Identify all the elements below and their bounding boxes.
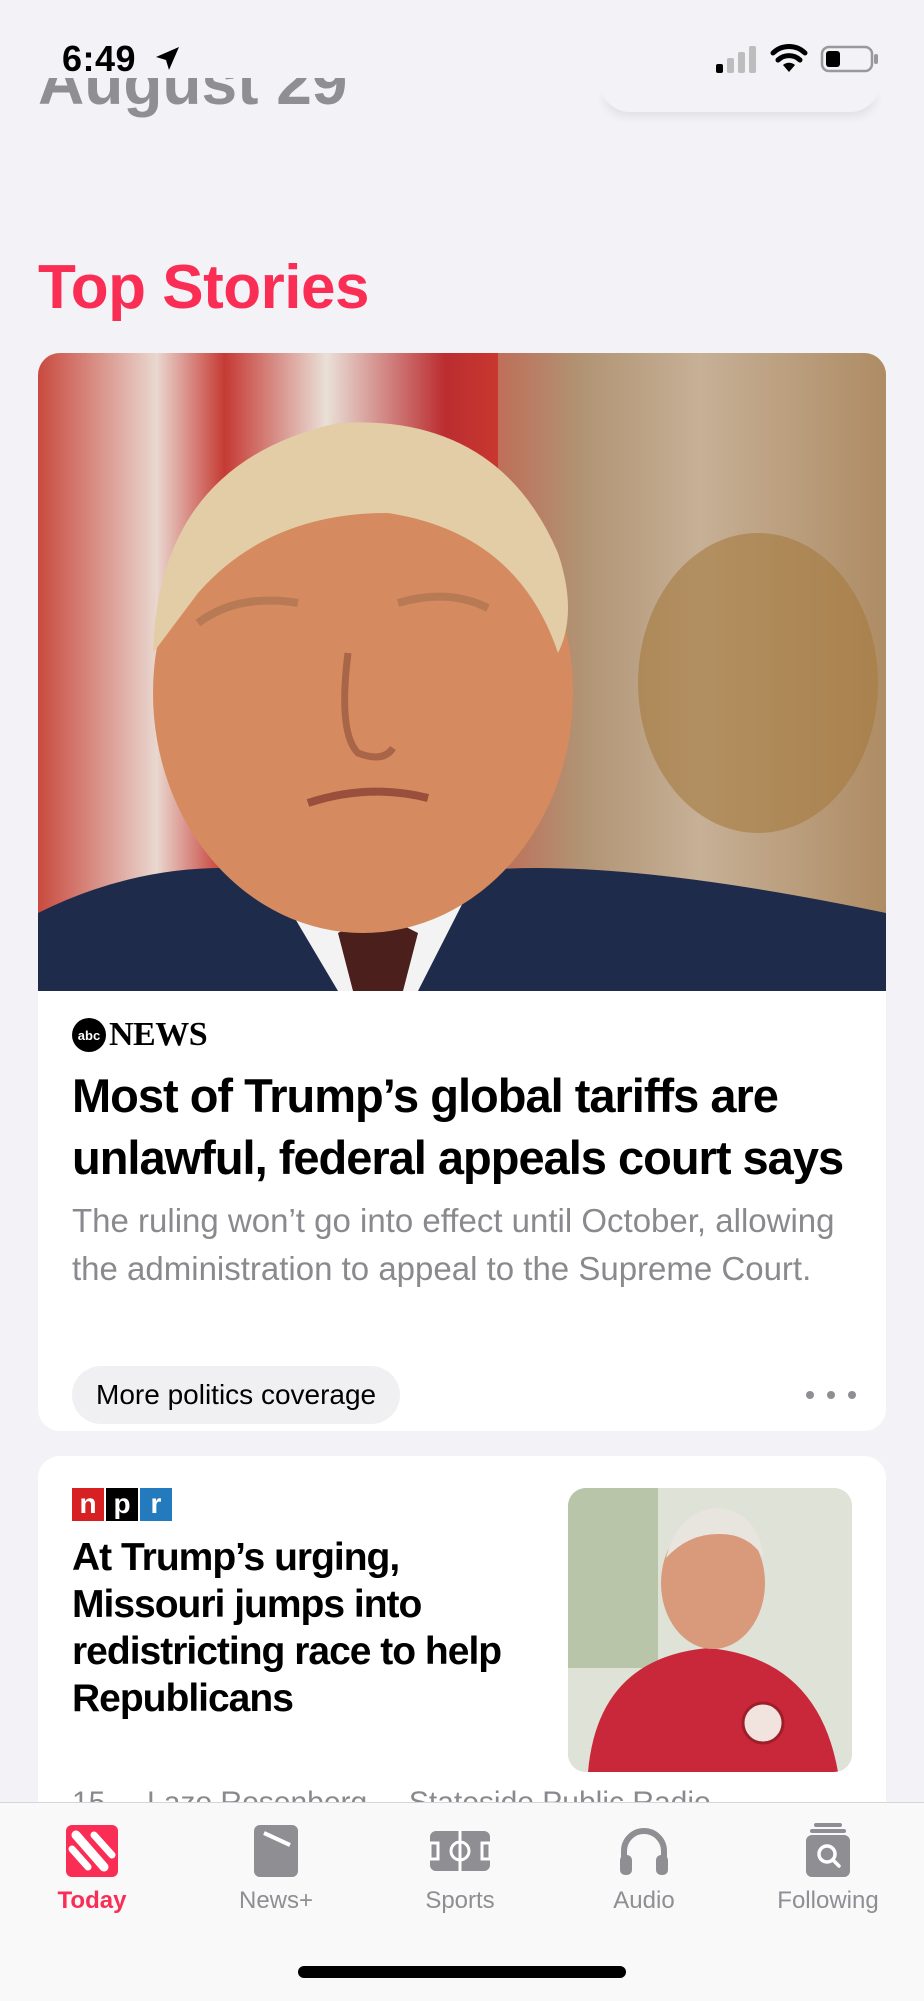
wifi-icon (770, 44, 808, 72)
second-story-card[interactable]: n p r At Trump’s urging, Missouri jumps … (38, 1456, 886, 1856)
tab-label-audio: Audio (613, 1887, 675, 1914)
more-options-icon[interactable] (806, 1378, 856, 1412)
tab-sports[interactable]: Sports (368, 1803, 552, 1933)
sports-icon (430, 1831, 490, 1871)
tab-following[interactable]: Following (736, 1803, 920, 1933)
source-name: NEWS (109, 1016, 208, 1053)
npr-logo-r: r (140, 1488, 172, 1521)
tab-label-following: Following (777, 1887, 879, 1914)
npr-logo-p: p (106, 1488, 138, 1521)
top-story-summary: The ruling won’t go into effect until Oc… (72, 1202, 835, 1287)
npr-logo-n: n (72, 1488, 104, 1521)
tab-label-news-plus: News+ (238, 1887, 314, 1914)
top-story-headline[interactable]: Most of Trump’s global tariffs are unlaw… (72, 1065, 862, 1189)
home-indicator[interactable] (298, 1966, 626, 1978)
location-arrow-icon (156, 47, 179, 70)
weather-widget-edge[interactable] (600, 82, 880, 112)
battery-icon (820, 45, 878, 73)
tab-audio[interactable]: Audio (552, 1803, 736, 1933)
second-story-headline[interactable]: At Trump’s urging, Missouri jumps into r… (72, 1534, 532, 1722)
status-time: 6:49 (62, 38, 137, 79)
date-heading: August 29 (38, 78, 348, 118)
top-story-image (38, 353, 886, 991)
more-politics-coverage-button[interactable]: More politics coverage (72, 1366, 401, 1424)
following-icon (806, 1823, 850, 1877)
second-story-thumbnail (568, 1488, 852, 1772)
audio-icon (620, 1828, 668, 1875)
tab-news-plus[interactable]: News+ (184, 1803, 368, 1933)
top-story-card[interactable]: abc NEWS Most of Trump’s global tariffs … (38, 353, 886, 1431)
section-title-top-stories: Top Stories (38, 253, 369, 322)
abc-logo-mark: abc (72, 1018, 106, 1052)
today-icon (66, 1825, 118, 1877)
news-plus-icon (254, 1825, 298, 1877)
npr-logo: n p r (72, 1488, 174, 1521)
tab-label-today: Today (57, 1887, 127, 1914)
tab-today[interactable]: Today (0, 1803, 184, 1933)
cellular-signal-icon (716, 46, 756, 73)
abc-news-logo: abc NEWS (72, 1015, 208, 1055)
tab-label-sports: Sports (425, 1887, 495, 1914)
